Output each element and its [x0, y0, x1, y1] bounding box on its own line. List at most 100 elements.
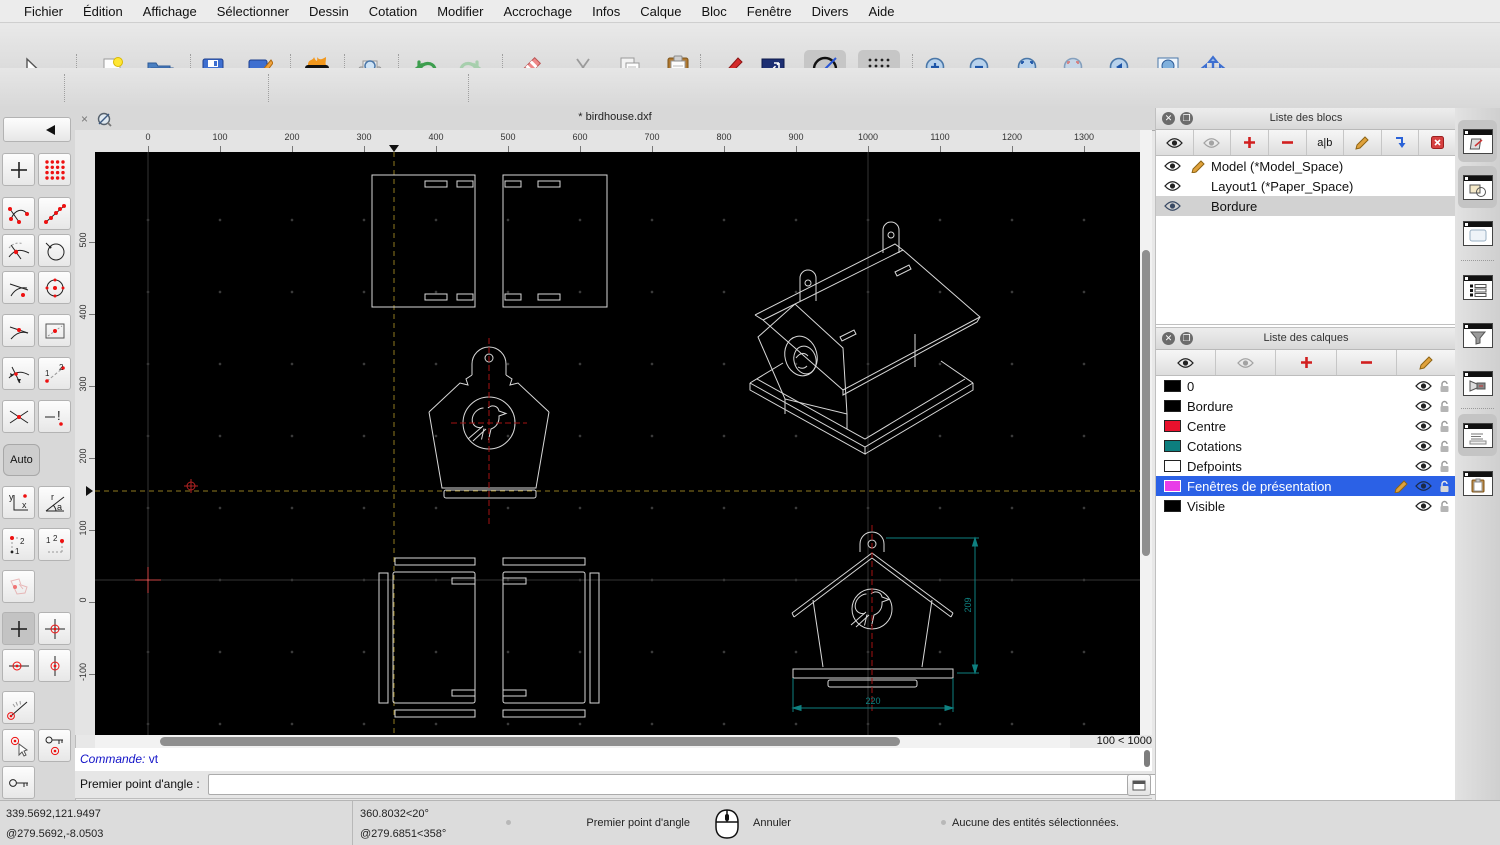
snap-back-button[interactable] — [3, 117, 71, 142]
rename-block-button[interactable]: a|b — [1307, 130, 1345, 155]
menu-fichier[interactable]: Fichier — [14, 4, 73, 19]
layer-color-swatch[interactable] — [1164, 460, 1181, 472]
block-row-bordure[interactable]: Bordure — [1156, 196, 1456, 216]
roof-panel-left[interactable] — [371, 174, 476, 308]
edit-block-button[interactable] — [1344, 130, 1382, 155]
layer-row[interactable]: 0 — [1156, 376, 1456, 396]
toggle-command-line-panel[interactable] — [1458, 414, 1497, 456]
menu-aide[interactable]: Aide — [858, 4, 904, 19]
lock-relative-zero-button[interactable] — [38, 729, 71, 762]
side-panels-left[interactable] — [378, 557, 476, 718]
command-panel-toggle-button[interactable] — [1127, 774, 1151, 796]
purge-block-button[interactable] — [1419, 130, 1456, 155]
layer-lock-icon[interactable] — [1439, 460, 1450, 473]
layer-color-swatch[interactable] — [1164, 480, 1181, 492]
show-all-layers-button[interactable] — [1156, 350, 1217, 375]
snap-grid-button[interactable] — [38, 153, 71, 186]
birdhouse-isometric-view[interactable] — [749, 221, 981, 455]
roof-panel-right[interactable] — [502, 174, 608, 308]
snap-intersection-manual-button[interactable] — [2, 357, 35, 390]
toggle-property-editor-panel[interactable] — [1458, 212, 1497, 254]
edit-layer-button[interactable] — [1397, 350, 1456, 375]
menu-cotation[interactable]: Cotation — [359, 4, 427, 19]
layer-lock-icon[interactable] — [1439, 380, 1450, 393]
layer-visibility-icon[interactable] — [1415, 460, 1432, 472]
menu-bloc[interactable]: Bloc — [691, 4, 736, 19]
restrict-vertical-button[interactable] — [38, 649, 71, 682]
snap-intersection-auto-button[interactable] — [2, 234, 35, 267]
menu-accrochage[interactable]: Accrochage — [493, 4, 582, 19]
menu-affichage[interactable]: Affichage — [133, 4, 207, 19]
menu-calque[interactable]: Calque — [630, 4, 691, 19]
document-title[interactable]: * birdhouse.dxf — [75, 111, 1155, 123]
block-row-model[interactable]: Model (*Model_Space) — [1156, 156, 1456, 176]
toggle-layer-list-panel[interactable] — [1458, 166, 1497, 208]
layer-visibility-icon[interactable] — [1415, 400, 1432, 412]
hide-all-blocks-button[interactable] — [1194, 130, 1232, 155]
dimensions[interactable]: 209 220 — [791, 536, 979, 712]
add-layer-button[interactable] — [1276, 350, 1337, 375]
layer-visibility-icon[interactable] — [1415, 440, 1432, 452]
restrict-angle-button[interactable] — [2, 691, 35, 724]
hide-all-layers-button[interactable] — [1216, 350, 1277, 375]
menu-divers[interactable]: Divers — [802, 4, 859, 19]
snap-on-entity-button[interactable] — [2, 314, 35, 347]
layer-lock-icon[interactable] — [1439, 420, 1450, 433]
menu-selectionner[interactable]: Sélectionner — [207, 4, 299, 19]
snap-free-button[interactable] — [2, 153, 35, 186]
coordinate-cartesian-button[interactable]: yx — [2, 486, 35, 519]
menu-modifier[interactable]: Modifier — [427, 4, 493, 19]
layer-lock-icon[interactable] — [1439, 500, 1450, 513]
layer-row[interactable]: Visible — [1156, 496, 1456, 516]
menu-dessin[interactable]: Dessin — [299, 4, 359, 19]
toggle-view-panel[interactable] — [1458, 362, 1497, 404]
layer-color-swatch[interactable] — [1164, 440, 1181, 452]
snap-on-circle-button[interactable] — [38, 234, 71, 267]
visibility-eye-icon[interactable] — [1164, 160, 1181, 172]
layer-color-swatch[interactable] — [1164, 380, 1181, 392]
layer-row[interactable]: Bordure — [1156, 396, 1456, 416]
layer-lock-icon[interactable] — [1439, 440, 1450, 453]
remove-block-button[interactable] — [1269, 130, 1307, 155]
menu-edition[interactable]: Édition — [73, 4, 133, 19]
relative-zero-key-button[interactable] — [2, 766, 35, 799]
layer-visibility-icon[interactable] — [1415, 500, 1432, 512]
menu-fenetre[interactable]: Fenêtre — [737, 4, 802, 19]
side-panels-right[interactable] — [502, 557, 600, 718]
coordinate-polar-button[interactable]: ra — [38, 486, 71, 519]
show-all-blocks-button[interactable] — [1156, 130, 1194, 155]
snap-endpoints-button[interactable] — [2, 197, 35, 230]
snap-reference-button[interactable] — [38, 314, 71, 347]
coordinate-relative-button[interactable]: 12 — [2, 528, 35, 561]
snap-tangent-button[interactable] — [2, 271, 35, 304]
layer-lock-icon[interactable] — [1439, 480, 1450, 493]
set-relative-zero-button[interactable] — [2, 729, 35, 762]
layer-lock-icon[interactable] — [1439, 400, 1450, 413]
layer-color-swatch[interactable] — [1164, 420, 1181, 432]
coordinate-absolute-button[interactable]: 12 — [38, 528, 71, 561]
layer-visibility-icon[interactable] — [1415, 380, 1432, 392]
toggle-filter-panel[interactable] — [1458, 314, 1497, 356]
restrict-horizontal-button[interactable] — [2, 649, 35, 682]
snap-polar-tracking-button[interactable] — [2, 570, 35, 603]
layer-row[interactable]: Defpoints — [1156, 456, 1456, 476]
menu-infos[interactable]: Infos — [582, 4, 630, 19]
snap-coordinate-warn-button[interactable]: ! — [38, 400, 71, 433]
layer-row[interactable]: Cotations — [1156, 436, 1456, 456]
toggle-list-panel[interactable] — [1458, 266, 1497, 308]
insert-block-button[interactable] — [1382, 130, 1420, 155]
layer-row[interactable]: Centre — [1156, 416, 1456, 436]
snap-center-button[interactable] — [38, 271, 71, 304]
layer-row-selected[interactable]: Fenêtres de présentation — [1156, 476, 1456, 496]
remove-layer-button[interactable] — [1337, 350, 1397, 375]
visibility-eye-icon[interactable] — [1164, 180, 1181, 192]
toggle-block-list-panel[interactable] — [1458, 120, 1497, 162]
snap-distance-button[interactable]: 1.2 — [38, 357, 71, 390]
toggle-clipboard-panel[interactable] — [1458, 462, 1497, 504]
horizontal-scrollbar-thumb[interactable] — [160, 737, 900, 746]
layer-visibility-icon[interactable] — [1415, 480, 1432, 492]
layer-color-swatch[interactable] — [1164, 500, 1181, 512]
command-history[interactable]: Commande: vt — [75, 748, 1152, 772]
restrict-orthogonal-button[interactable] — [38, 612, 71, 645]
layer-color-swatch[interactable] — [1164, 400, 1181, 412]
